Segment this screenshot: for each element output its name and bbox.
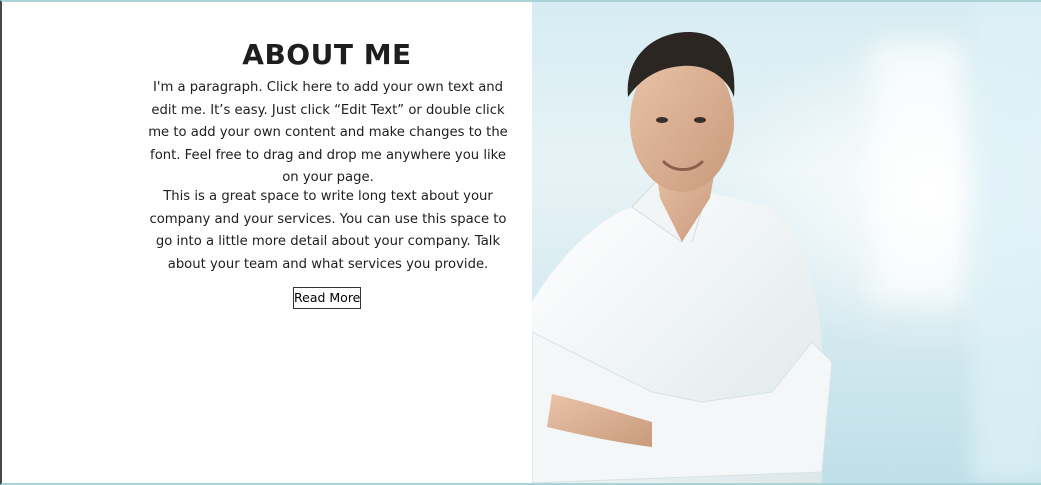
- right-eye: [694, 117, 706, 123]
- about-text-panel: ABOUT ME I'm a paragraph. Click here to …: [2, 2, 532, 483]
- about-section: ABOUT ME I'm a paragraph. Click here to …: [0, 0, 1041, 485]
- read-more-button[interactable]: Read More: [293, 287, 361, 309]
- about-paragraph-2: This is a great space to write long text…: [149, 189, 507, 272]
- about-paragraph-1: I'm a paragraph. Click here to add your …: [148, 80, 508, 185]
- portrait-photo: [532, 2, 1041, 483]
- portrait-image: [532, 32, 833, 483]
- left-eye: [656, 117, 668, 123]
